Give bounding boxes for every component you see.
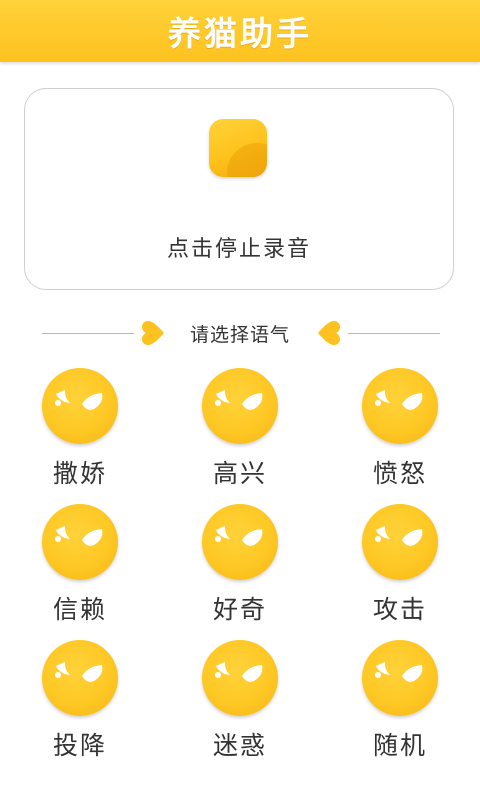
emoji-face-icon: [202, 504, 278, 580]
tone-section-header: 请选择语气: [0, 318, 480, 348]
tone-label: 好奇: [212, 595, 267, 624]
app-title: 养猫助手: [168, 14, 312, 53]
tone-option[interactable]: 高兴: [180, 368, 300, 504]
tone-option[interactable]: 迷惑: [180, 640, 300, 776]
emoji-face-icon: [42, 504, 118, 580]
heart-icon: [318, 321, 340, 345]
record-hint: 点击停止录音: [166, 237, 311, 262]
tone-label: 投降: [52, 731, 107, 760]
heart-icon: [142, 321, 164, 345]
tone-label: 迷惑: [212, 731, 267, 760]
app-header: 养猫助手: [0, 0, 480, 62]
record-panel: 点击停止录音: [24, 88, 454, 290]
emoji-face-icon: [362, 368, 438, 444]
emoji-face-icon: [42, 368, 118, 444]
tone-label: 信赖: [52, 595, 107, 624]
emoji-face-icon: [202, 368, 278, 444]
tone-label: 愤怒: [372, 459, 427, 488]
divider-line-right: [348, 333, 440, 334]
tone-label: 攻击: [372, 595, 427, 624]
tone-label: 随机: [372, 731, 427, 760]
tone-option[interactable]: 随机: [340, 640, 460, 776]
emoji-face-icon: [42, 640, 118, 716]
tone-option[interactable]: 攻击: [340, 504, 460, 640]
tone-option[interactable]: 愤怒: [340, 368, 460, 504]
emoji-face-icon: [362, 504, 438, 580]
tone-label: 撒娇: [52, 459, 107, 488]
emoji-face-icon: [202, 640, 278, 716]
divider-line-left: [42, 333, 134, 334]
tone-section-label: 请选择语气: [189, 324, 290, 346]
tone-option[interactable]: 撒娇: [20, 368, 140, 504]
stop-record-button[interactable]: [209, 119, 267, 177]
tone-option[interactable]: 好奇: [180, 504, 300, 640]
tone-option[interactable]: 投降: [20, 640, 140, 776]
emoji-face-icon: [362, 640, 438, 716]
tone-option[interactable]: 信赖: [20, 504, 140, 640]
tone-label: 高兴: [212, 459, 267, 488]
